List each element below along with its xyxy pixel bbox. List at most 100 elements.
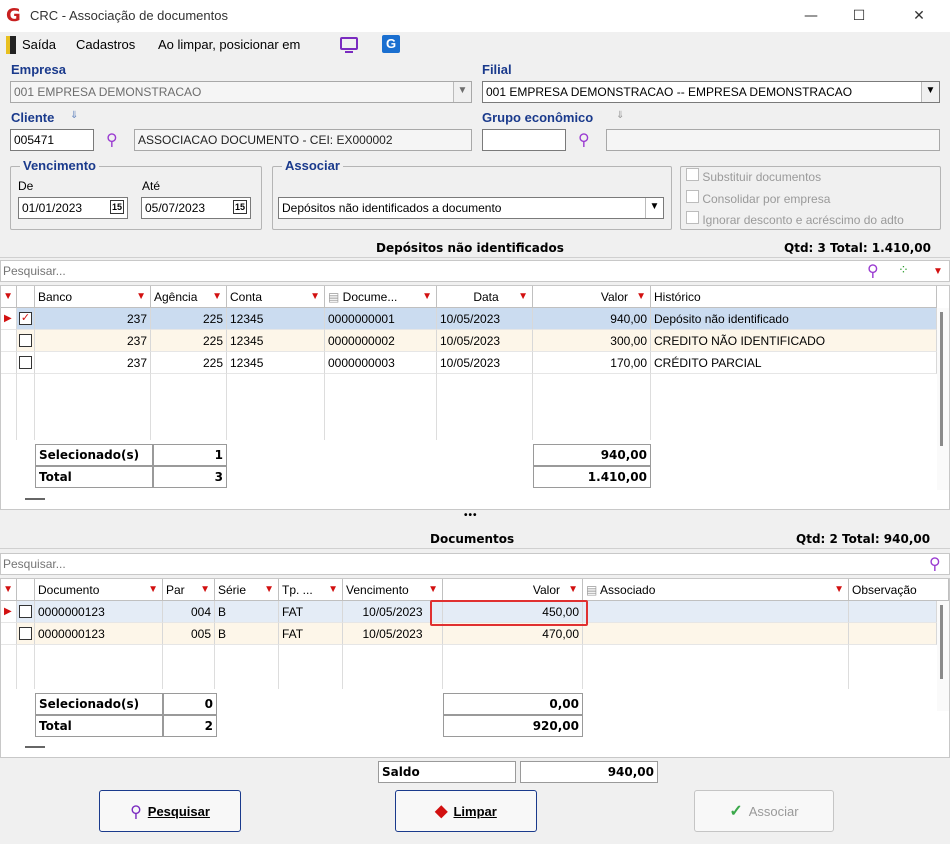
col-tipo[interactable]: Tp. ... ▼	[279, 579, 343, 601]
saldo-label: Saldo	[378, 761, 516, 783]
col-documento[interactable]: ▤ Docume... ▼	[325, 286, 437, 308]
cell-valor: 170,00	[533, 352, 651, 374]
chevron-down-icon: ▼	[645, 198, 663, 218]
col-vencimento[interactable]: Vencimento ▼	[343, 579, 443, 601]
documentos-summary: Qtd: 2 Total: 940,00	[796, 532, 931, 546]
col-associado[interactable]: ▤ Associado ▼	[583, 579, 849, 601]
ate-label: Até	[142, 179, 161, 193]
option-substituir[interactable]: Substituir documentos	[686, 168, 821, 184]
checkbox[interactable]	[686, 190, 699, 203]
filter-icon: ▼	[328, 584, 338, 595]
cell-tipo: FAT	[279, 601, 343, 623]
col-documento[interactable]: Documento ▼	[35, 579, 163, 601]
cell-agencia: 225	[151, 352, 227, 374]
expand-icon[interactable]: ⁘	[898, 262, 909, 278]
col-serie[interactable]: Série ▼	[215, 579, 279, 601]
empresa-select[interactable]: 001 EMPRESA DEMONSTRACAO ▼	[10, 81, 472, 103]
horizontal-scroll-indicator[interactable]	[25, 498, 45, 500]
filial-label: Filial	[482, 62, 512, 77]
filial-select[interactable]: 001 EMPRESA DEMONSTRACAO -- EMPRESA DEMO…	[482, 81, 940, 103]
col-observacao[interactable]: Observação	[849, 579, 949, 601]
filter-icon: ▼	[834, 584, 844, 595]
cell-observacao	[849, 601, 937, 623]
cell-agencia: 225	[151, 308, 227, 330]
col-par[interactable]: Par ▼	[163, 579, 215, 601]
exit-door-icon[interactable]	[6, 36, 16, 54]
depositos-search-input[interactable]	[1, 261, 841, 281]
cell-data: 10/05/2023	[437, 352, 533, 374]
associar-button[interactable]: ✓ Associar	[694, 790, 834, 832]
col-valor[interactable]: Valor ▼	[533, 286, 651, 308]
de-label: De	[18, 179, 34, 193]
checkbox[interactable]	[19, 356, 32, 369]
checkbox[interactable]	[686, 168, 699, 181]
grupo-name-field	[606, 129, 940, 151]
option-consolidar[interactable]: Consolidar por empresa	[686, 190, 830, 206]
filter-icon: ▼	[428, 584, 438, 595]
cell-par: 004	[163, 601, 215, 623]
col-conta[interactable]: Conta ▼	[227, 286, 325, 308]
limpar-button[interactable]: ◆ Limpar	[395, 790, 537, 832]
menu-bar: Saída Cadastros Ao limpar, posicionar em…	[0, 32, 950, 58]
checkbox[interactable]	[19, 605, 32, 618]
cell-banco: 237	[35, 330, 151, 352]
g-app-icon[interactable]: G	[382, 35, 400, 53]
documentos-search-input[interactable]	[1, 554, 901, 574]
documentos-grid: ▼ Documento ▼ Par ▼ Série ▼ Tp. ... ▼ Vencim…	[0, 578, 950, 758]
date-to-value: 05/07/2023	[145, 201, 206, 215]
checkbox[interactable]	[19, 334, 32, 347]
empresa-value: 001 EMPRESA DEMONSTRACAO	[14, 85, 202, 99]
cell-documento: 0000000002	[325, 330, 437, 352]
row-pointer-icon: ▶	[1, 601, 17, 623]
search-icon[interactable]: ⚲	[867, 261, 879, 280]
menu-saida[interactable]: Saída	[22, 37, 56, 52]
menu-ao-limpar[interactable]: Ao limpar, posicionar em	[158, 37, 300, 52]
calendar-icon[interactable]: 15	[232, 200, 247, 214]
scrollbar-thumb[interactable]	[940, 312, 943, 446]
associar-select[interactable]: Depósitos não identificados a documento …	[278, 197, 664, 219]
option-ignorar[interactable]: Ignorar desconto e acréscimo do adto	[686, 211, 904, 227]
empty-rows	[1, 645, 937, 689]
maximize-button[interactable]: ☐	[836, 0, 882, 32]
menu-cadastros[interactable]: Cadastros	[76, 37, 135, 52]
empresa-label: Empresa	[11, 62, 66, 77]
grupo-code-input[interactable]	[482, 129, 566, 151]
documentos-header: Documentos Qtd: 2 Total: 940,00	[0, 529, 950, 549]
pesquisar-button[interactable]: ⚲ Pesquisar	[99, 790, 241, 832]
search-icon[interactable]: ⚲	[106, 130, 118, 149]
monitor-icon[interactable]	[340, 37, 358, 50]
filter-icon[interactable]: ▼	[3, 286, 13, 307]
search-icon[interactable]: ⚲	[578, 130, 590, 149]
col-agencia[interactable]: Agência ▼	[151, 286, 227, 308]
date-to-input[interactable]: 05/07/2023 15	[141, 197, 251, 219]
col-valor[interactable]: Valor ▼	[443, 579, 583, 601]
close-button[interactable]: ✕	[896, 0, 942, 32]
col-historico[interactable]: Histórico	[651, 286, 937, 308]
splitter-handle[interactable]: •••	[464, 510, 478, 521]
depositos-search-bar[interactable]: ⚲ ⁘ ▼	[0, 260, 950, 282]
horizontal-scroll-indicator[interactable]	[25, 746, 45, 748]
date-from-input[interactable]: 01/01/2023 15	[18, 197, 128, 219]
cliente-code-input[interactable]: 005471	[10, 129, 94, 151]
search-icon[interactable]: ⚲	[929, 554, 941, 573]
checkbox[interactable]	[686, 211, 699, 224]
vertical-scrollbar[interactable]	[937, 308, 949, 490]
checkbox[interactable]: ✓	[19, 312, 32, 325]
checkmark-icon: ✓	[729, 803, 743, 820]
cell-valor[interactable]: 470,00	[443, 623, 583, 645]
col-data[interactable]: Data ▼	[437, 286, 533, 308]
cell-banco: 237	[35, 352, 151, 374]
col-banco[interactable]: Banco ▼	[35, 286, 151, 308]
checkbox[interactable]	[19, 627, 32, 640]
scrollbar-thumb[interactable]	[940, 605, 943, 679]
chevron-down-icon[interactable]: ▼	[933, 266, 943, 277]
cell-historico: Depósito não identificado	[651, 308, 937, 330]
cell-associado	[583, 623, 849, 645]
vertical-scrollbar[interactable]	[937, 601, 949, 711]
documentos-total-count: 2	[163, 715, 217, 737]
calendar-icon[interactable]: 15	[109, 200, 124, 214]
pesquisar-label: Pesquisar	[147, 803, 210, 819]
documentos-search-bar[interactable]: ⚲	[0, 553, 950, 575]
filter-icon: ▼	[518, 291, 528, 302]
minimize-button[interactable]: —	[788, 0, 834, 32]
